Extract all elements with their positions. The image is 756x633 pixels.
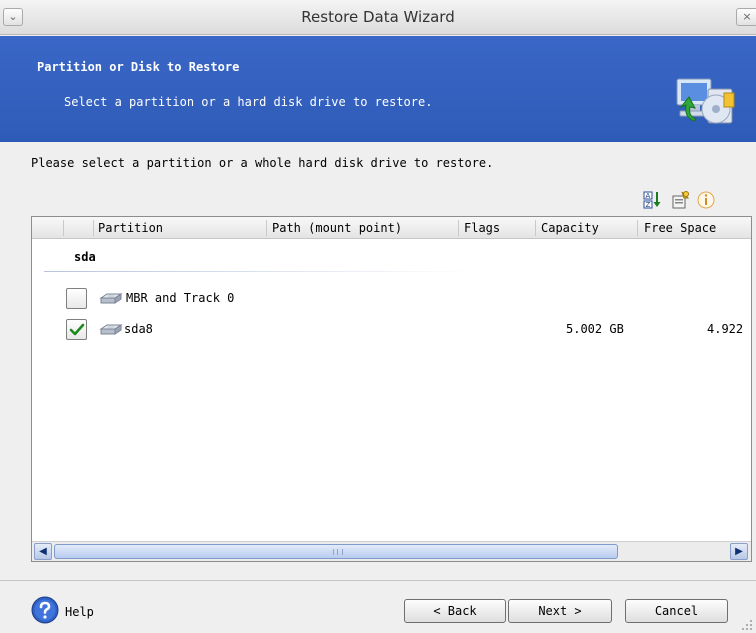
title-bar: ⌄ Restore Data Wizard × — [0, 0, 756, 35]
instruction-text: Please select a partition or a whole har… — [31, 156, 494, 170]
row-name: sda8 — [124, 322, 153, 336]
svg-text:A: A — [646, 192, 651, 200]
row-capacity: 5.002 GB — [566, 322, 624, 336]
back-button[interactable]: < Back — [404, 599, 506, 623]
help-button[interactable]: Help — [65, 605, 94, 619]
column-flags[interactable]: Flags — [464, 221, 500, 235]
window-title: Restore Data Wizard — [301, 8, 455, 26]
page-subtitle: Select a partition or a hard disk drive … — [64, 95, 433, 109]
column-partition[interactable]: Partition — [98, 221, 163, 235]
properties-icon[interactable] — [671, 190, 691, 210]
list-item[interactable]: MBR and Track 0 — [32, 288, 751, 312]
row-checkbox[interactable] — [66, 288, 87, 309]
wizard-header: Partition or Disk to Restore Select a pa… — [0, 36, 756, 142]
cancel-button[interactable]: Cancel — [625, 599, 728, 623]
scroll-grip-icon — [333, 549, 343, 555]
checkmark-icon — [69, 323, 85, 336]
info-icon[interactable] — [696, 190, 716, 210]
disk-icon — [99, 324, 123, 335]
footer-divider — [0, 580, 756, 581]
row-free-space: 4.922 G — [707, 322, 751, 336]
list-item[interactable]: sda8 5.002 GB 4.922 G — [32, 319, 751, 343]
column-free-space[interactable]: Free Space — [644, 221, 716, 235]
row-name: MBR and Track 0 — [126, 291, 235, 305]
disk-group-label: sda — [74, 250, 96, 264]
disk-icon — [99, 293, 123, 304]
next-button[interactable]: Next > — [508, 599, 612, 623]
sort-icon[interactable]: A Z — [643, 190, 663, 210]
row-checkbox[interactable] — [66, 319, 87, 340]
scroll-left-button[interactable]: ◀ — [34, 543, 52, 560]
scroll-right-button[interactable]: ▶ — [730, 543, 748, 560]
restore-wizard-icon — [676, 78, 735, 124]
column-capacity[interactable]: Capacity — [541, 221, 599, 235]
window-close-button[interactable]: × — [736, 8, 756, 26]
resize-grip-icon[interactable] — [741, 618, 753, 630]
partition-list[interactable]: Partition Path (mount point) Flags Capac… — [31, 216, 752, 562]
group-divider — [44, 271, 474, 272]
column-header: Partition Path (mount point) Flags Capac… — [32, 217, 751, 239]
svg-text:Z: Z — [646, 201, 651, 209]
column-path[interactable]: Path (mount point) — [272, 221, 402, 235]
help-icon[interactable] — [31, 596, 59, 624]
scroll-thumb[interactable] — [54, 544, 618, 559]
page-title: Partition or Disk to Restore — [37, 60, 240, 74]
horizontal-scrollbar[interactable]: ◀ ▶ — [32, 541, 751, 561]
